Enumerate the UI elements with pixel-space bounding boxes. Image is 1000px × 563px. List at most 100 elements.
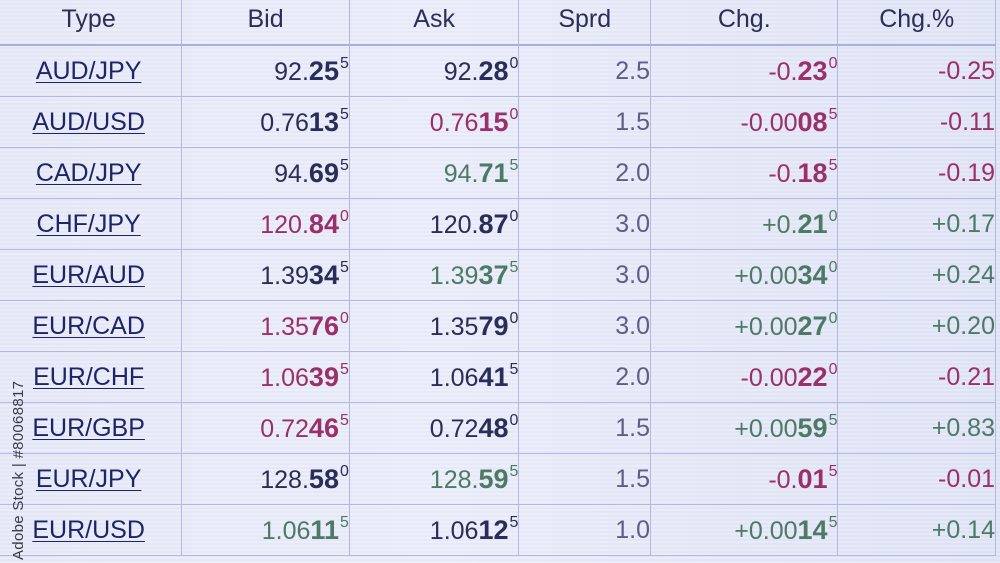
ask-cell-big: 48 [478,413,509,443]
pair-cell: EUR/USD [0,504,183,556]
ask-cell-pre: 1.06 [429,364,479,392]
bid-cell-sup: 5 [339,514,349,531]
currency-pair-link[interactable]: EUR/JPY [36,465,142,493]
column-header-change-percent[interactable]: Chg.% [837,0,996,46]
table-row[interactable]: EUR/CAD 1.35760 1.35790 3.0 +0.00270 +0.20 [0,300,996,352]
pair-cell: EUR/GBP [0,402,183,454]
bid-cell-sup: 0 [339,463,349,480]
table-row[interactable]: CAD/JPY 94.695 94.715 2.0 -0.185 -0.19 [0,147,996,199]
table-row[interactable]: AUD/USD 0.76135 0.76150 1.5 -0.00085 -0.11 [0,96,996,148]
spread-cell: 1.0 [518,504,652,556]
ask-cell-pre: 94. [443,160,479,188]
change-cell-pre: -0. [768,466,798,494]
bid-cell: 94.695 [181,147,350,199]
change-cell: -0.00085 [650,96,839,148]
bid-cell-pre: 0.76 [260,109,309,137]
bid-cell-big: 34 [308,260,339,290]
bid-cell-pre: 120. [260,211,309,239]
currency-pair-link[interactable]: CAD/JPY [36,159,142,187]
change-cell-pre: +0.00 [734,313,798,341]
ask-cell-pre: 120. [429,211,479,239]
spread-cell: 3.0 [518,249,652,301]
currency-rates-table: Type Bid Ask Sprd Chg. Chg.% AUD/JPY 92.2… [0,0,996,556]
ask-cell-big: 59 [478,464,509,494]
change-cell-sup: 0 [828,361,838,378]
change-cell: -0.00220 [650,351,839,403]
change-cell-pre: +0.00 [734,517,798,545]
table-row[interactable]: EUR/USD 1.06115 1.06125 1.0 +0.00145 +0.14 [0,504,996,556]
bid-cell: 120.840 [181,198,350,250]
change-cell-big: 14 [797,515,828,545]
ask-cell-sup: 0 [509,310,519,327]
change-cell: -0.230 [650,45,839,97]
change-cell: +0.210 [650,198,839,250]
currency-pair-link[interactable]: AUD/JPY [36,57,142,85]
ask-cell-big: 15 [478,107,509,137]
change-cell: -0.185 [650,147,839,199]
column-header-type[interactable]: Type [0,0,183,46]
change-cell-sup: 5 [828,514,838,531]
table-row[interactable]: CHF/JPY 120.840 120.870 3.0 +0.210 +0.17 [0,198,996,250]
spread-cell: 1.5 [518,402,652,454]
bid-cell-sup: 5 [339,106,349,123]
bid-cell-big: 25 [308,56,339,86]
bid-cell-big: 69 [308,158,339,188]
column-header-ask[interactable]: Ask [349,0,520,46]
bid-cell: 1.35760 [181,300,350,352]
bid-cell: 0.76135 [181,96,350,148]
change-percent-cell: -0.19 [837,147,996,199]
stock-watermark: Adobe Stock | #80068817 [10,380,27,560]
pair-cell: AUD/JPY [0,45,183,97]
bid-cell-big: 84 [308,209,339,239]
change-cell-pre: +0.00 [734,415,798,443]
ask-cell-sup: 0 [509,55,519,72]
change-cell-sup: 5 [828,412,838,429]
table-row[interactable]: AUD/JPY 92.255 92.280 2.5 -0.230 -0.25 [0,45,996,97]
bid-cell-pre: 1.39 [260,262,309,290]
ask-cell: 120.870 [349,198,520,250]
currency-pair-link[interactable]: EUR/CAD [32,312,145,340]
table-header-row: Type Bid Ask Sprd Chg. Chg.% [0,0,996,46]
spread-cell: 2.0 [518,351,652,403]
pair-cell: CHF/JPY [0,198,183,250]
change-cell-sup: 0 [828,208,838,225]
change-cell-sup: 0 [828,259,838,276]
currency-pair-link[interactable]: AUD/USD [32,108,145,136]
table-row[interactable]: EUR/CHF 1.06395 1.06415 2.0 -0.00220 -0.21 [0,351,996,403]
column-header-change[interactable]: Chg. [650,0,839,46]
column-header-spread[interactable]: Sprd [518,0,652,46]
change-cell-pre: -0.00 [740,109,798,137]
table-row[interactable]: EUR/GBP 0.72465 0.72480 1.5 +0.00595 +0.83 [0,402,996,454]
ask-cell: 1.35790 [349,300,520,352]
bid-cell-big: 76 [308,311,339,341]
ask-cell-sup: 5 [509,157,519,174]
column-header-bid[interactable]: Bid [181,0,350,46]
ask-cell-pre: 92. [443,58,479,86]
bid-cell: 0.72465 [181,402,350,454]
ask-cell: 94.715 [349,147,520,199]
ask-cell: 128.595 [349,453,520,505]
pair-cell: AUD/USD [0,96,183,148]
change-percent-cell: +0.83 [837,402,996,454]
spread-cell: 1.5 [518,453,652,505]
pair-cell: EUR/JPY [0,453,183,505]
bid-cell-sup: 5 [339,55,349,72]
currency-pair-link[interactable]: CHF/JPY [37,210,141,238]
change-cell-sup: 5 [828,463,838,480]
currency-pair-link[interactable]: EUR/GBP [32,414,145,442]
bid-cell-sup: 5 [339,157,349,174]
ask-cell-sup: 5 [509,361,519,378]
ask-cell-big: 12 [478,515,509,545]
bid-cell: 92.255 [181,45,350,97]
currency-pair-link[interactable]: EUR/AUD [32,261,145,289]
ask-cell-pre: 1.39 [429,262,479,290]
change-percent-cell: -0.01 [837,453,996,505]
change-cell-sup: 0 [828,55,838,72]
table-row[interactable]: EUR/AUD 1.39345 1.39375 3.0 +0.00340 +0.24 [0,249,996,301]
change-cell-sup: 0 [828,310,838,327]
currency-pair-link[interactable]: EUR/USD [32,516,145,544]
table-row[interactable]: EUR/JPY 128.580 128.595 1.5 -0.015 -0.01 [0,453,996,505]
bid-cell-pre: 0.72 [260,415,309,443]
spread-cell: 2.5 [518,45,652,97]
currency-pair-link[interactable]: EUR/CHF [33,363,144,391]
